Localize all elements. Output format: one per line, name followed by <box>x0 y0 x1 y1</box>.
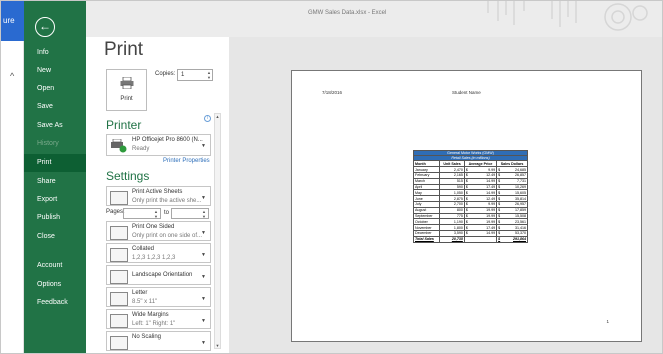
spinner-icon[interactable]: ▲ ▼ <box>207 70 211 80</box>
print-preview-page: 7/18/2016 Student Name General Motor Wor… <box>291 70 642 342</box>
nav-save[interactable]: Save <box>24 98 86 116</box>
to-label: to <box>164 210 170 216</box>
backstage-nav: ← Info New Open Save Save As History Pri… <box>24 1 86 353</box>
chevron-down-icon: ▼ <box>201 340 206 346</box>
setting-title: Print One Sided <box>132 224 175 230</box>
scaling-dropdown[interactable]: No Scaling ▼ <box>106 331 211 351</box>
page-title: Print <box>104 39 144 60</box>
pages-from-input[interactable]: ▲ ▼ <box>123 208 161 219</box>
sides-dropdown[interactable]: Print One Sided Only print on one side o… <box>106 221 211 241</box>
chevron-down-icon: ▼ <box>201 143 206 149</box>
spinner-icon[interactable]: ▲ ▼ <box>202 209 206 219</box>
header-date: 7/18/2016 <box>322 90 343 95</box>
table-total-row: Total Sales 20,735 $ 291,864 <box>412 235 528 243</box>
chevron-down-icon: ▼ <box>201 252 206 258</box>
chevron-down-icon: ▼ <box>201 296 206 302</box>
printer-dropdown[interactable]: HP Officejet Pro 8600 (N... Ready ▼ <box>106 134 211 156</box>
setting-subtitle: 1,2,3 1,2,3 1,2,3 <box>132 255 176 261</box>
info-icon[interactable]: i <box>204 115 211 122</box>
chevron-down-icon: ▼ <box>201 195 206 201</box>
setting-title: No Scaling <box>132 334 162 340</box>
decorative-pattern-icon <box>487 1 648 31</box>
table-body: January 2,470 $9.99 $24,685 February 2,165 $12… <box>412 166 528 237</box>
copies-value: 1 <box>181 72 185 78</box>
setting-title: Print Active Sheets <box>132 189 183 195</box>
nav-info[interactable]: Info <box>24 44 86 62</box>
nav-feedback[interactable]: Feedback <box>24 294 86 312</box>
margins-icon <box>110 314 128 328</box>
chevron-down-icon: ▼ <box>201 274 206 280</box>
paper-icon <box>110 292 128 306</box>
total-label: Total Sales <box>412 235 441 243</box>
spinner-icon[interactable]: ▲ ▼ <box>154 209 158 219</box>
sheets-icon <box>110 191 128 205</box>
nav-export[interactable]: Export <box>24 191 86 209</box>
print-button[interactable]: Print <box>106 69 147 111</box>
nav-options[interactable]: Options <box>24 276 86 294</box>
paper-size-dropdown[interactable]: Letter 8.5" x 11" ▼ <box>106 287 211 307</box>
back-arrow-icon[interactable]: ← <box>35 17 55 37</box>
left-tab[interactable]: ure <box>1 1 24 41</box>
total-sales-dollars: 291,864 <box>503 235 528 243</box>
caret-up-icon[interactable]: ^ <box>10 71 14 81</box>
copies-label: Copies: <box>155 71 176 77</box>
total-dollar-sign: $ <box>496 235 504 243</box>
total-unit-sales: 20,735 <box>439 235 465 243</box>
setting-subtitle: Only print on one side of... <box>132 233 203 239</box>
print-button-label: Print <box>120 96 133 102</box>
nav-save-as[interactable]: Save As <box>24 117 86 135</box>
setting-title: Landscape Orientation <box>132 272 193 278</box>
scroll-up-icon[interactable]: ▲ <box>215 114 220 119</box>
title-bar: GMW Sales Data.xlsx - Excel <box>86 1 662 37</box>
printer-properties-link[interactable]: Printer Properties <box>163 158 210 164</box>
margins-dropdown[interactable]: Wide Margins Left: 1" Right: 1" ▼ <box>106 309 211 329</box>
setting-subtitle: Left: 1" Right: 1" <box>132 321 176 327</box>
nav-close[interactable]: Close <box>24 228 86 246</box>
pages-label: Pages: <box>106 209 125 215</box>
scroll-down-icon[interactable]: ▼ <box>215 343 220 348</box>
settings-heading: Settings <box>106 169 150 183</box>
printer-ready-icon <box>111 139 127 153</box>
printer-icon <box>120 77 134 89</box>
left-edge-strip: ure ^ <box>1 1 24 353</box>
scaling-icon <box>110 336 128 350</box>
setting-title: Letter <box>132 290 148 296</box>
printer-status: Ready <box>132 146 150 152</box>
setting-title: Collated <box>132 246 155 252</box>
window-title: GMW Sales Data.xlsx - Excel <box>308 10 387 16</box>
printer-heading: Printer <box>106 118 142 132</box>
setting-subtitle: Only print the active she... <box>132 198 202 204</box>
nav-open[interactable]: Open <box>24 80 86 98</box>
nav-print[interactable]: Print <box>24 154 86 172</box>
total-price-dollar-sign <box>463 235 474 243</box>
setting-subtitle: 8.5" x 11" <box>132 299 158 305</box>
total-average-price <box>473 235 498 243</box>
collation-dropdown[interactable]: Collated 1,2,3 1,2,3 1,2,3 ▼ <box>106 243 211 263</box>
copies-input[interactable]: 1 ▲ ▼ <box>177 69 213 81</box>
nav-account[interactable]: Account <box>24 257 86 275</box>
chevron-down-icon: ▼ <box>201 230 206 236</box>
nav-share[interactable]: Share <box>24 173 86 191</box>
page-number: 1 <box>606 319 609 324</box>
header-student-name: Student Name <box>452 90 481 95</box>
print-active-sheets-dropdown[interactable]: Print Active Sheets Only print the activ… <box>106 186 211 206</box>
chevron-down-icon: ▼ <box>201 318 206 324</box>
nav-publish[interactable]: Publish <box>24 209 86 227</box>
collated-icon <box>110 248 128 262</box>
landscape-icon <box>110 270 128 284</box>
one-sided-icon <box>110 226 128 240</box>
sales-table: General Motor Works (GMW) Retail Sales (… <box>412 149 528 243</box>
excel-window: ure ^ ← Info New Open Save Save As Histo… <box>0 0 663 354</box>
printer-name: HP Officejet Pro 8600 (N... <box>132 137 203 143</box>
nav-new[interactable]: New <box>24 62 86 80</box>
nav-history: History <box>37 140 59 147</box>
setting-title: Wide Margins <box>132 312 169 318</box>
settings-scrollbar[interactable]: ▲ ▼ <box>214 113 221 349</box>
orientation-dropdown[interactable]: Landscape Orientation ▼ <box>106 265 211 285</box>
pages-to-input[interactable]: ▲ ▼ <box>171 208 209 219</box>
